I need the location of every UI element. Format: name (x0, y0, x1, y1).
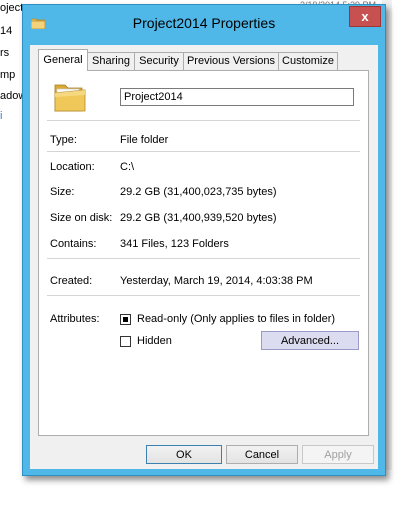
tab-sharing[interactable]: Sharing (87, 52, 135, 70)
size-on-disk-value: 29.2 GB (31,400,939,520 bytes) (120, 212, 277, 224)
tab-general[interactable]: General (38, 49, 88, 71)
readonly-label[interactable]: Read-only (Only applies to files in fold… (137, 313, 335, 325)
properties-dialog: Project2014 Properties x General Sharing… (22, 4, 386, 476)
attributes-label: Attributes: (50, 313, 100, 325)
cancel-button[interactable]: Cancel (226, 445, 298, 464)
divider (47, 151, 360, 152)
background-item: adow (0, 90, 24, 102)
type-label: Type: (50, 134, 77, 146)
contains-value: 341 Files, 123 Folders (120, 238, 229, 250)
background-item: oject2014 (0, 2, 24, 14)
size-label: Size: (50, 186, 75, 198)
readonly-checkbox[interactable] (120, 314, 131, 325)
folder-name-input[interactable] (120, 88, 354, 106)
hidden-label[interactable]: Hidden (137, 335, 172, 347)
close-icon: x (361, 9, 369, 24)
location-value: C:\ (120, 161, 135, 173)
window-title: Project2014 Properties (132, 15, 276, 31)
folder-icon (52, 81, 88, 118)
tab-previous-versions[interactable]: Previous Versions (183, 52, 279, 70)
general-tab-panel: Type: File folder Location: C:\ Size: 29… (38, 70, 369, 436)
background-item: 14 (0, 25, 13, 37)
background-item: i (0, 110, 3, 122)
location-label: Location: (50, 161, 95, 173)
divider (47, 258, 360, 259)
apply-button[interactable]: Apply (302, 445, 374, 464)
background-item: rs (0, 47, 10, 59)
background-explorer-list: oject2014 14 rs mp adow i (0, 0, 24, 514)
size-value: 29.2 GB (31,400,023,735 bytes) (120, 186, 277, 198)
created-label: Created: (50, 275, 93, 287)
title-bar[interactable]: Project2014 Properties x (23, 5, 385, 39)
close-button[interactable]: x (349, 6, 381, 27)
tab-customize[interactable]: Customize (278, 52, 338, 70)
background-item: mp (0, 69, 16, 81)
created-value: Yesterday, March 19, 2014, 4:03:38 PM (120, 275, 313, 287)
divider (47, 295, 360, 296)
divider (47, 120, 360, 121)
ok-button[interactable]: OK (146, 445, 222, 464)
hidden-checkbox[interactable] (120, 336, 131, 347)
dialog-client: General Sharing Security Previous Versio… (30, 45, 378, 469)
tab-security[interactable]: Security (134, 52, 184, 70)
size-on-disk-label: Size on disk: (50, 212, 113, 224)
contains-label: Contains: (50, 238, 97, 250)
advanced-button[interactable]: Advanced... (261, 331, 359, 350)
type-value: File folder (120, 134, 169, 146)
